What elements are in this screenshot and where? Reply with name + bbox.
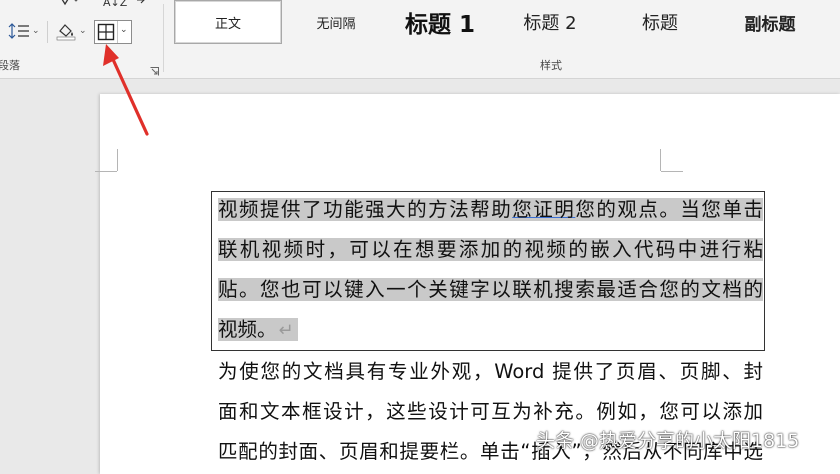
style-label: 标题 xyxy=(642,13,678,34)
style-no-spacing[interactable]: 无间隔 xyxy=(282,0,390,44)
text-line[interactable]: 视频。 ↵ xyxy=(218,310,763,350)
style-label: 标题 1 xyxy=(404,12,475,38)
group-separator xyxy=(163,4,164,72)
text-run: 视频提供了功能强大的方法帮助 xyxy=(218,198,513,221)
selected-paragraph[interactable]: 视频提供了功能强大的方法帮助您证明您的观点。当您单击 联机视频时，可以在想要添加… xyxy=(218,190,763,350)
next-paragraph[interactable]: 为使您的文档具有专业外观，Word 提供了页眉、页脚、封 面和文本框设计，这些设… xyxy=(218,352,763,472)
watermark: 头条 @热爱分享的小太阳1815 xyxy=(536,430,800,452)
borders-icon xyxy=(97,23,115,41)
style-heading-1[interactable]: 标题 1 xyxy=(390,0,490,44)
style-label: 副标题 xyxy=(744,14,796,35)
ribbon: A↓Z ⌄ ⌄ ⌄ 段落 正文 无间隔 标题 1 标题 2 标题 副标题 样式 xyxy=(0,0,840,79)
style-title[interactable]: 标题 xyxy=(610,0,710,44)
sort-button[interactable]: A↓Z xyxy=(103,0,127,9)
page-content: 视频提供了功能强大的方法帮助您证明您的观点。当您单击 联机视频时，可以在想要添加… xyxy=(100,94,840,463)
text-line[interactable]: 视频提供了功能强大的方法帮助您证明您的观点。当您单击 xyxy=(218,190,763,230)
style-heading-2[interactable]: 标题 2 xyxy=(500,0,600,44)
paragraph-group: A↓Z ⌄ ⌄ ⌄ 段落 xyxy=(0,0,163,78)
proofing-underline-text: 您证明 xyxy=(512,198,576,221)
text-run: 视频。 xyxy=(218,318,277,341)
borders-button[interactable]: ⌄ xyxy=(94,20,132,44)
style-normal[interactable]: 正文 xyxy=(174,0,282,44)
toolbar-divider xyxy=(47,21,48,43)
chevron-down-icon: ⌄ xyxy=(32,26,40,36)
paragraph-mark-icon: ↵ xyxy=(278,320,294,341)
style-subtitle[interactable]: 副标题 xyxy=(720,0,820,44)
chevron-down-icon[interactable]: ⌄ xyxy=(120,25,128,35)
text-run: 联机视频时，可以在想要添加的视频的嵌入代码中进行粘 xyxy=(218,238,763,261)
styles-gallery: 正文 无间隔 标题 1 标题 2 标题 副标题 xyxy=(170,0,840,50)
style-label: 标题 2 xyxy=(523,13,577,34)
shading-icon xyxy=(56,24,76,41)
dialog-launcher-icon[interactable] xyxy=(150,61,159,76)
font-color-icon[interactable] xyxy=(58,0,80,6)
borders-main[interactable] xyxy=(95,21,118,43)
style-label: 正文 xyxy=(214,16,241,32)
sort-label: A↓Z xyxy=(103,0,128,9)
text-line[interactable]: 贴。您也可以键入一个关键字以联机搜索最适合您的文档的 xyxy=(218,270,763,310)
text-run: 贴。您也可以键入一个关键字以联机搜索最适合您的文档的 xyxy=(218,278,763,301)
text-line[interactable]: 联机视频时，可以在想要添加的视频的嵌入代码中进行粘 xyxy=(218,230,763,270)
line-spacing-button[interactable]: ⌄ xyxy=(8,22,40,40)
shading-button[interactable]: ⌄ xyxy=(55,21,87,41)
style-label: 无间隔 xyxy=(316,16,356,32)
styles-group-label: 样式 xyxy=(540,59,562,72)
paragraph-group-label: 段落 xyxy=(0,59,20,72)
chevron-down-icon: ⌄ xyxy=(79,26,87,36)
line-spacing-icon xyxy=(8,23,29,39)
text-line[interactable]: 为使您的文档具有专业外观，Word 提供了页眉、页脚、封 xyxy=(218,352,763,392)
text-run: 您的观点。当您单击 xyxy=(575,198,763,221)
show-marks-icon[interactable] xyxy=(136,0,146,6)
